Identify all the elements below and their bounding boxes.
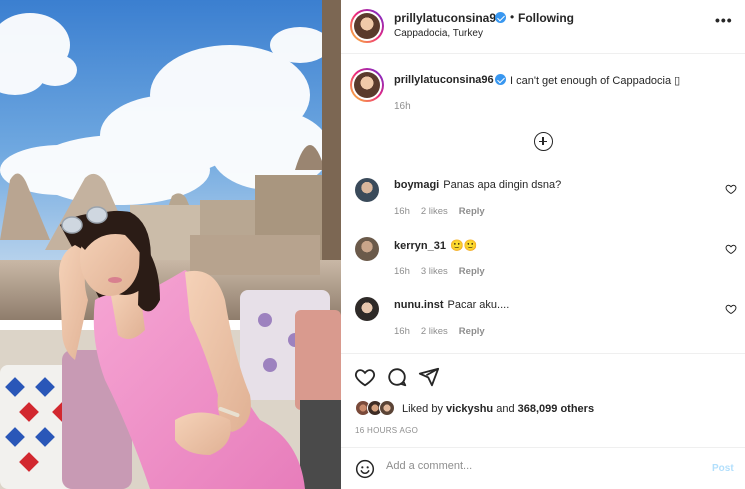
comment-avatar[interactable] — [355, 297, 379, 321]
reply-button[interactable]: Reply — [459, 266, 485, 277]
comment-likes[interactable]: 3 likes — [421, 266, 448, 277]
author-username[interactable]: prillylatuconsina96 — [394, 11, 503, 25]
comment-likes[interactable]: 2 likes — [421, 326, 448, 337]
comment-likes[interactable]: 2 likes — [421, 206, 448, 217]
like-heart-icon[interactable] — [354, 366, 376, 388]
caption-avatar[interactable] — [350, 68, 384, 102]
comment-avatar[interactable] — [355, 178, 379, 202]
post-age[interactable]: 16 HOURS AGO — [355, 426, 418, 435]
comment-text: 🙂🙂 — [450, 240, 478, 252]
caption-verified-icon — [495, 74, 506, 85]
post-comment-button[interactable]: Post — [712, 463, 734, 474]
comment-meta: 16h 2 likes Reply — [394, 326, 496, 337]
comment-username[interactable]: kerryn_31 — [394, 240, 446, 252]
liker-avatar — [379, 400, 395, 416]
actions-divider — [341, 353, 745, 354]
author-avatar[interactable] — [350, 9, 384, 43]
post-location[interactable]: Cappadocia, Turkey — [394, 28, 483, 39]
add-comment-input[interactable] — [386, 460, 706, 472]
comment-meta: 16h 2 likes Reply — [394, 206, 496, 217]
liker-username[interactable]: vickyshu — [446, 403, 493, 415]
send-icon[interactable] — [418, 366, 440, 388]
likes-conjunction: and — [496, 403, 515, 415]
verified-badge-icon — [495, 12, 506, 23]
comment-username[interactable]: nunu.inst — [394, 299, 444, 311]
header-divider — [341, 53, 745, 54]
smiley-icon[interactable] — [355, 459, 375, 479]
heart-icon[interactable] — [725, 303, 737, 315]
reply-button[interactable]: Reply — [459, 206, 485, 217]
heart-icon[interactable] — [725, 183, 737, 195]
reply-button[interactable]: Reply — [459, 326, 485, 337]
comment: boymagi Panas apa dingin dsna? — [394, 179, 561, 191]
likes-others-link[interactable]: 368,099 others — [518, 403, 594, 415]
comment-meta: 16h 3 likes Reply — [394, 266, 496, 277]
header-separator: • — [510, 10, 515, 24]
caption-timestamp[interactable]: 16h — [394, 101, 411, 112]
comment-time[interactable]: 16h — [394, 266, 410, 277]
comment: nunu.inst Pacar aku.... — [394, 299, 509, 311]
plus-circle-icon[interactable] — [534, 132, 553, 151]
following-button[interactable]: Following — [518, 11, 574, 25]
more-options-icon[interactable]: ••• — [715, 12, 733, 28]
composer-divider — [341, 447, 745, 448]
heart-icon[interactable] — [725, 243, 737, 255]
comment-username[interactable]: boymagi — [394, 179, 439, 191]
comment-text: Panas apa dingin dsna? — [443, 179, 562, 191]
post-details-panel: prillylatuconsina96 • Following Cappadoc… — [341, 0, 745, 489]
caption-username[interactable]: prillylatuconsina96 — [394, 74, 494, 86]
comment-time[interactable]: 16h — [394, 206, 410, 217]
post-photo — [0, 0, 341, 489]
comment-text: Pacar aku.... — [447, 299, 510, 311]
likes-summary: Liked by vickyshu and 368,099 others — [402, 403, 594, 415]
caption-text: I can't get enough of Cappadocia ▯ — [510, 75, 681, 87]
comment-time[interactable]: 16h — [394, 326, 410, 337]
comment: kerryn_31 🙂🙂 — [394, 239, 477, 252]
likes-prefix: Liked by — [402, 403, 443, 415]
post-image[interactable] — [0, 0, 341, 489]
comment-icon[interactable] — [386, 366, 408, 388]
comment-avatar[interactable] — [355, 237, 379, 261]
